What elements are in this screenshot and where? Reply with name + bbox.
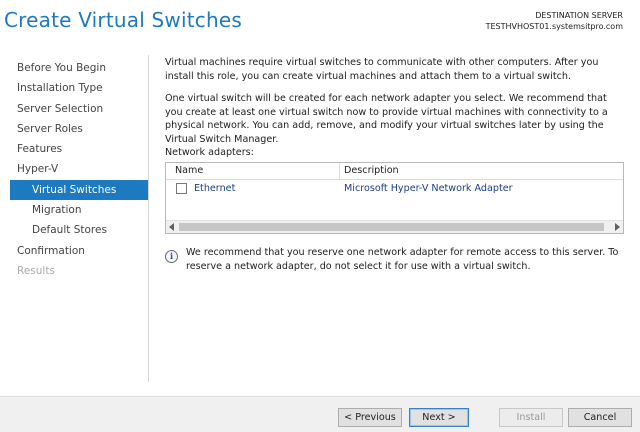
nav-hyper-v[interactable]: Hyper-V <box>10 159 148 179</box>
scroll-left-icon[interactable] <box>169 223 174 231</box>
nav-divider <box>148 55 149 382</box>
nav-virtual-switches[interactable]: Virtual Switches <box>10 179 148 201</box>
page-title: Create Virtual Switches <box>4 8 242 32</box>
destination-server: DESTINATION SERVER TESTHVHOST01.systemsi… <box>486 10 623 32</box>
ethernet-checkbox[interactable] <box>176 183 187 194</box>
nav-before-you-begin[interactable]: Before You Begin <box>10 58 148 78</box>
info-message: We recommend that you reserve one networ… <box>186 247 619 272</box>
table-header: Name Description <box>166 163 623 180</box>
intro-paragraph: Virtual machines require virtual switche… <box>165 57 599 82</box>
main-content: Virtual machines require virtual switche… <box>165 56 625 155</box>
cancel-button[interactable]: Cancel <box>568 408 632 427</box>
scroll-right-icon[interactable] <box>615 223 620 231</box>
column-header-description[interactable]: Description <box>344 165 399 176</box>
horizontal-scrollbar[interactable] <box>166 220 623 233</box>
recommendation-paragraph: One virtual switch will be created for e… <box>165 93 608 145</box>
nav-migration[interactable]: Migration <box>10 200 148 220</box>
destination-label: DESTINATION SERVER <box>535 11 623 20</box>
wizard-nav: Before You Begin Installation Type Serve… <box>10 58 148 281</box>
destination-server-name: TESTHVHOST01.systemsitpro.com <box>485 22 623 31</box>
nav-confirmation[interactable]: Confirmation <box>10 241 148 261</box>
wizard-footer: < Previous Next > Install Cancel <box>0 396 640 432</box>
column-header-name[interactable]: Name <box>175 165 203 176</box>
adapter-description: Microsoft Hyper-V Network Adapter <box>344 183 513 194</box>
nav-server-roles[interactable]: Server Roles <box>10 119 148 139</box>
adapter-name: Ethernet <box>194 183 236 194</box>
table-row[interactable]: Ethernet Microsoft Hyper-V Network Adapt… <box>166 181 623 197</box>
info-icon: i <box>165 250 178 263</box>
network-adapters-label: Network adapters: <box>165 147 254 158</box>
nav-features[interactable]: Features <box>10 139 148 159</box>
nav-installation-type[interactable]: Installation Type <box>10 78 148 98</box>
next-button[interactable]: Next > <box>409 408 469 427</box>
network-adapters-table: Name Description Ethernet Microsoft Hype… <box>165 162 624 234</box>
nav-default-stores[interactable]: Default Stores <box>10 220 148 240</box>
scrollbar-thumb[interactable] <box>179 223 604 231</box>
install-button: Install <box>499 408 563 427</box>
previous-button[interactable]: < Previous <box>338 408 402 427</box>
nav-results: Results <box>17 264 55 277</box>
column-separator[interactable] <box>339 163 340 179</box>
nav-server-selection[interactable]: Server Selection <box>10 99 148 119</box>
